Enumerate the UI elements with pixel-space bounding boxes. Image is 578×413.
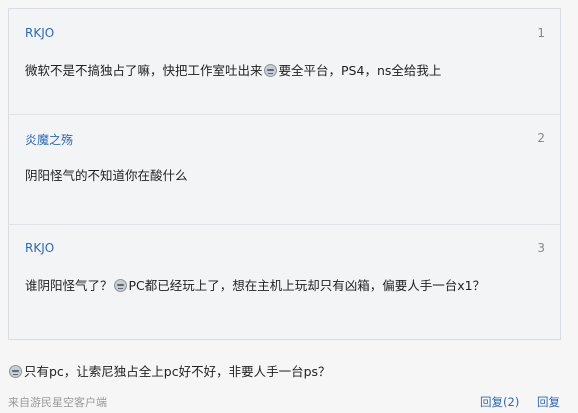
quoted-replies-box: RKJO 1 微软不是不搞独占了嘛，快把工作室吐出来 要全平台，PS4，ns全给我… — [8, 8, 561, 340]
quoted-reply: RKJO 3 谁阴阳怪气了？ PC都已经玩上了，想在主机上玩却只有凶箱，偏要人手一… — [9, 224, 560, 341]
reply-author[interactable]: 炎魔之殇 — [25, 131, 73, 148]
post-actions: 回复(2) 回复 — [466, 394, 560, 410]
floor-number: 3 — [537, 241, 545, 255]
face-icon — [9, 365, 22, 378]
reply-content: 阴阳怪气的不知道你在酸什么 — [25, 165, 544, 184]
reply-content: 微软不是不搞独占了嘛，快把工作室吐出来 要全平台，PS4，ns全给我上 — [25, 60, 544, 79]
reply-text: 谁阴阳怪气了？ — [25, 278, 113, 293]
floor-number: 2 — [537, 131, 545, 145]
reply-content: 谁阴阳怪气了？ PC都已经玩上了，想在主机上玩却只有凶箱，偏要人手一台x1？ — [25, 275, 544, 294]
quoted-reply: 炎魔之殇 2 阴阳怪气的不知道你在酸什么 — [9, 114, 560, 225]
reply-text: PC都已经玩上了，想在主机上玩却只有凶箱，偏要人手一台x1？ — [128, 278, 486, 293]
face-icon — [263, 64, 277, 77]
reply-author[interactable]: RKJO — [25, 26, 54, 40]
post-content: 只有pc，让索尼独占全上pc好不好，非要人手一台ps？ — [8, 361, 331, 380]
reply-text: 阴阳怪气的不知道你在酸什么 — [25, 168, 188, 183]
floor-number: 1 — [537, 26, 545, 40]
quoted-reply: RKJO 1 微软不是不搞独占了嘛，快把工作室吐出来 要全平台，PS4，ns全给我… — [9, 9, 560, 115]
reply-text: 微软不是不搞独占了嘛，快把工作室吐出来 — [25, 63, 263, 78]
reply-count-link[interactable]: 回复(2) — [480, 395, 519, 409]
reply-author[interactable]: RKJO — [25, 241, 54, 255]
reply-text: 要全平台，PS4，ns全给我上 — [278, 63, 442, 78]
client-source: 来自游民星空客户端 — [8, 396, 107, 409]
face-icon — [113, 279, 127, 292]
post-text: 只有pc，让索尼独占全上pc好不好，非要人手一台ps？ — [24, 364, 331, 379]
reply-link[interactable]: 回复 — [537, 395, 560, 409]
